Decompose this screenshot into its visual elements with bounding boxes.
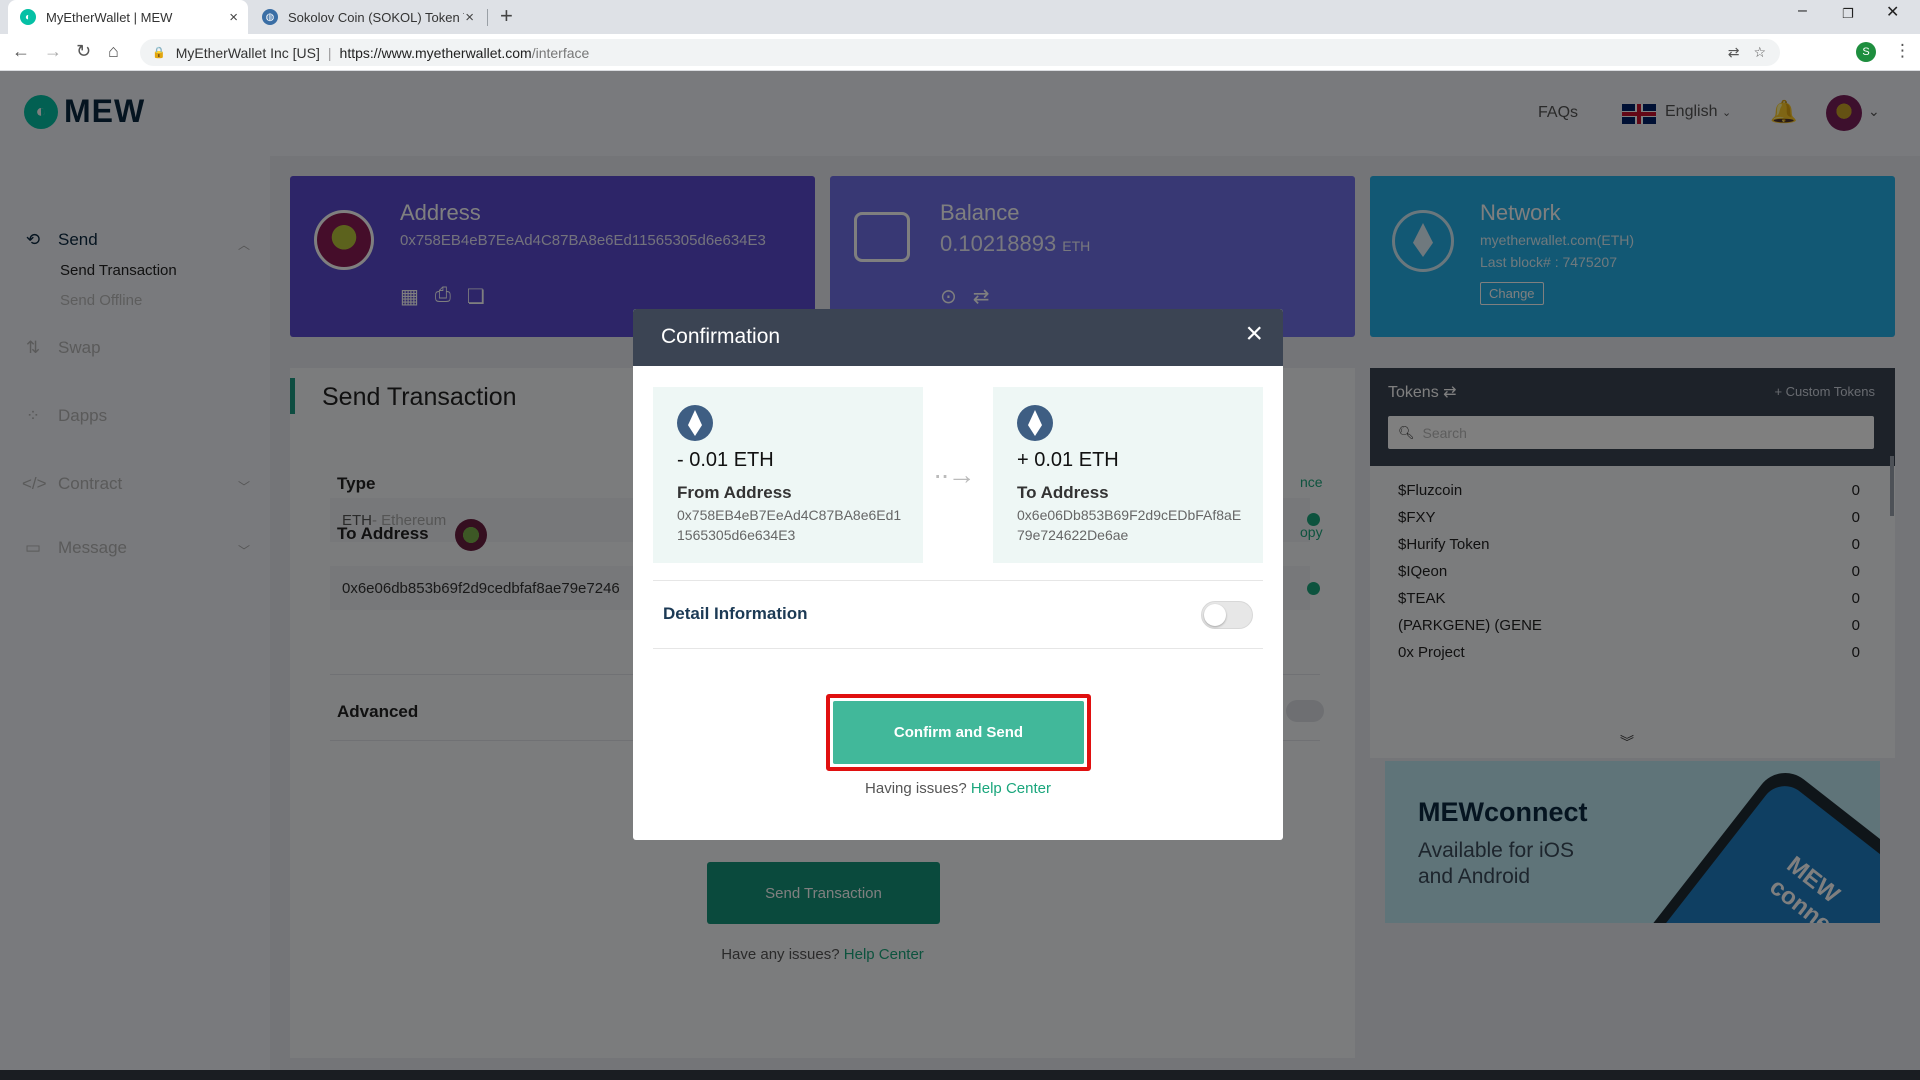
- tab-title: MyEtherWallet | MEW: [46, 9, 173, 25]
- browser-tab-bar: ◐ MyEtherWallet | MEW × ◍ Sokolov Coin (…: [0, 0, 1920, 34]
- translate-icon[interactable]: ⇄: [1728, 44, 1740, 61]
- to-amount: + 0.01 ETH: [1017, 449, 1119, 471]
- url-bar[interactable]: 🔒 MyEtherWallet Inc [US] | https://www.m…: [140, 39, 1780, 66]
- to-address-value: 0x6e06Db853B69F2d9cEDbFAf8aE79e724622De6…: [1017, 507, 1242, 543]
- back-icon[interactable]: ←: [12, 41, 30, 62]
- etherscan-favicon-icon: ◍: [262, 9, 278, 25]
- minimize-icon[interactable]: –: [1798, 2, 1807, 20]
- tab-title: Sokolov Coin (SOKOL) Token Trac: [288, 9, 464, 25]
- divider: [653, 648, 1263, 649]
- arrow-right-icon: ··→: [933, 459, 976, 490]
- browser-toolbar: ← → ↻ ⌂ 🔒 MyEtherWallet Inc [US] | https…: [0, 34, 1920, 71]
- mew-favicon-icon: ◐: [20, 9, 36, 25]
- browser-menu-icon[interactable]: ⋮: [1894, 41, 1911, 61]
- to-address-label: To Address: [1017, 483, 1109, 502]
- confirm-and-send-button[interactable]: Confirm and Send: [833, 701, 1084, 764]
- home-icon[interactable]: ⌂: [108, 41, 119, 62]
- detail-information-label: Detail Information: [663, 604, 808, 623]
- window-close-icon[interactable]: ✕: [1886, 2, 1899, 22]
- url-text: https://www.myetherwallet.com/interface: [339, 44, 590, 61]
- modal-header: Confirmation ×: [633, 309, 1283, 366]
- ethereum-icon: [677, 405, 713, 441]
- url-separator: |: [327, 44, 332, 61]
- forward-icon[interactable]: →: [44, 41, 62, 62]
- from-address-value: 0x758EB4eB7EeAd4C87BA8e6Ed11565305d6e634…: [677, 507, 902, 543]
- browser-tab-mew[interactable]: ◐ MyEtherWallet | MEW ×: [8, 0, 248, 34]
- divider: [653, 580, 1263, 581]
- site-identity: MyEtherWallet Inc [US]: [175, 44, 320, 61]
- modal-help-text: Having issues? Help Center: [865, 780, 1051, 797]
- close-tab-icon[interactable]: ×: [229, 9, 238, 26]
- taskbar-strip: [0, 1070, 1920, 1080]
- close-tab-icon[interactable]: ×: [465, 9, 474, 26]
- lock-icon: 🔒: [152, 47, 166, 59]
- modal-title: Confirmation: [661, 325, 781, 348]
- close-icon[interactable]: ×: [1245, 319, 1263, 349]
- bookmark-star-icon[interactable]: ☆: [1753, 44, 1766, 61]
- browser-tab-sokolov[interactable]: ◍ Sokolov Coin (SOKOL) Token Trac ×: [250, 0, 484, 34]
- restore-icon[interactable]: ❐: [1842, 6, 1854, 22]
- to-address-card: + 0.01 ETH To Address 0x6e06Db853B69F2d9…: [993, 387, 1263, 563]
- from-amount: - 0.01 ETH: [677, 449, 774, 471]
- confirmation-modal: Confirmation × - 0.01 ETH From Address 0…: [633, 309, 1283, 840]
- from-address-card: - 0.01 ETH From Address 0x758EB4eB7EeAd4…: [653, 387, 923, 563]
- ethereum-icon: [1017, 405, 1053, 441]
- tab-separator: [487, 9, 488, 26]
- detail-information-toggle[interactable]: [1201, 601, 1253, 629]
- help-center-link[interactable]: Help Center: [971, 780, 1051, 797]
- reload-icon[interactable]: ↻: [76, 41, 91, 62]
- new-tab-button[interactable]: +: [500, 3, 513, 29]
- from-address-label: From Address: [677, 483, 792, 502]
- browser-profile-avatar[interactable]: S: [1856, 42, 1876, 62]
